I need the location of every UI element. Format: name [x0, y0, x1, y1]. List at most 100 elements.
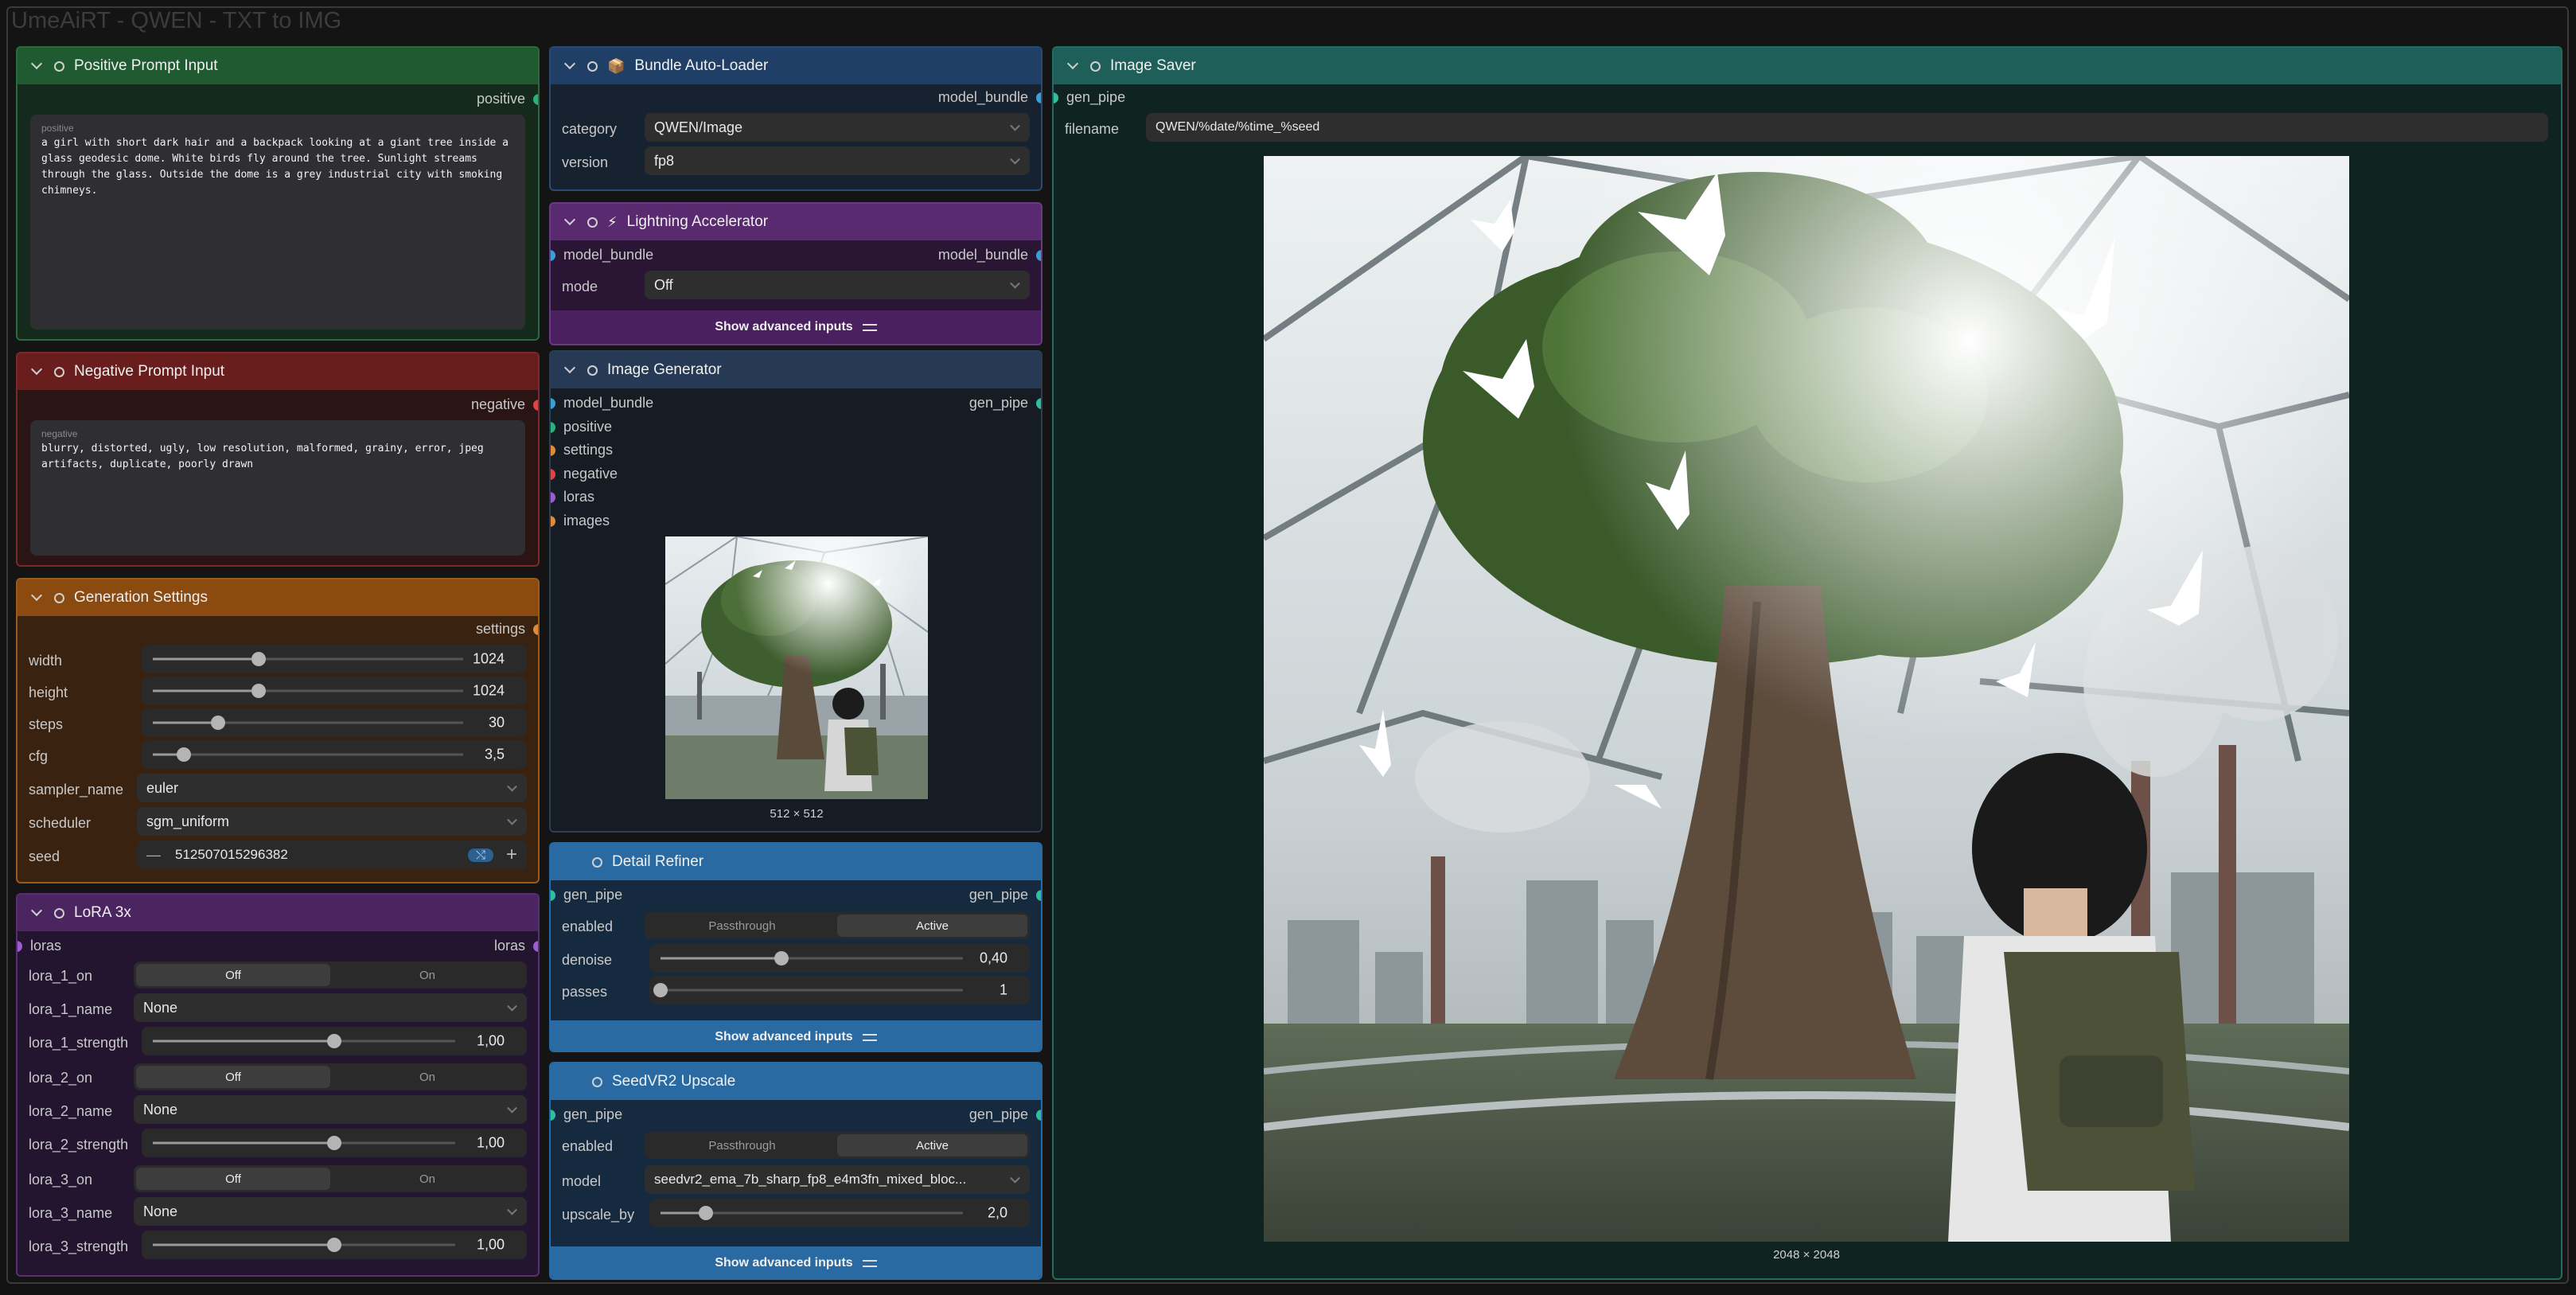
slider-knob[interactable]: [774, 951, 789, 965]
toggle-off-option[interactable]: Off: [136, 1168, 330, 1190]
node-header[interactable]: Detail Refiner: [551, 844, 1041, 880]
output-positive[interactable]: positive: [477, 91, 538, 107]
input-socket-icon[interactable]: [551, 1109, 555, 1121]
slider-knob[interactable]: [210, 716, 225, 730]
input-gen-pipe[interactable]: gen_pipe: [551, 1106, 622, 1123]
output-negative[interactable]: negative: [471, 396, 538, 413]
output-gen-pipe[interactable]: gen_pipe: [969, 887, 1041, 903]
enabled-toggle[interactable]: Passthrough Active: [645, 1132, 1030, 1159]
toggle-off-option[interactable]: Off: [136, 1066, 330, 1088]
input-socket-icon[interactable]: [551, 249, 555, 261]
cfg-slider[interactable]: 3,5: [142, 740, 527, 769]
height-slider[interactable]: 1024: [142, 677, 527, 705]
seedvr2-upscale-node[interactable]: SeedVR2 Upscale gen_pipe gen_pipe enable…: [549, 1062, 1042, 1280]
lora-3-on-toggle[interactable]: Off On: [134, 1165, 527, 1192]
toggle-off-option[interactable]: Off: [136, 964, 330, 986]
lora-3-name-select[interactable]: None: [134, 1197, 527, 1226]
toggle-passthrough-option[interactable]: Passthrough: [647, 915, 837, 937]
toggle-active-option[interactable]: Active: [837, 1134, 1027, 1157]
bundle-loader-node[interactable]: 📦 Bundle Auto-Loader model_bundle catego…: [549, 46, 1042, 191]
collapse-chevron-icon[interactable]: [30, 365, 45, 379]
input-model-bundle[interactable]: model_bundle: [551, 395, 653, 412]
collapse-chevron-icon[interactable]: [563, 215, 578, 229]
output-gen-pipe[interactable]: gen_pipe: [969, 395, 1041, 412]
collapse-chevron-icon[interactable]: [563, 363, 578, 377]
output-socket-icon[interactable]: [533, 940, 538, 952]
seed-randomize-icon[interactable]: ⤭: [467, 848, 493, 862]
image-generator-node[interactable]: Image Generator gen_pipe model_bundle po…: [549, 350, 1042, 833]
output-socket-icon[interactable]: [1036, 92, 1041, 103]
width-slider[interactable]: 1024: [142, 645, 527, 673]
show-advanced-button[interactable]: Show advanced inputs: [551, 1020, 1041, 1051]
output-socket-icon[interactable]: [1036, 1109, 1041, 1121]
seed-increment-icon[interactable]: +: [506, 844, 517, 866]
output-socket-icon[interactable]: [1036, 249, 1041, 261]
node-header[interactable]: ⚡ Lightning Accelerator: [551, 204, 1041, 240]
detail-refiner-node[interactable]: Detail Refiner gen_pipe gen_pipe enabled…: [549, 842, 1042, 1052]
input-socket-icon[interactable]: [551, 421, 555, 433]
slider-knob[interactable]: [327, 1034, 341, 1048]
input-gen-pipe[interactable]: gen_pipe: [1054, 89, 1125, 106]
upscale-by-slider[interactable]: 2,0: [649, 1199, 1030, 1227]
node-header[interactable]: Negative Prompt Input: [18, 353, 538, 390]
input-socket-icon[interactable]: [551, 889, 555, 901]
show-advanced-button[interactable]: Show advanced inputs: [551, 310, 1041, 344]
output-gen-pipe[interactable]: gen_pipe: [969, 1106, 1041, 1123]
slider-knob[interactable]: [251, 684, 266, 698]
toggle-passthrough-option[interactable]: Passthrough: [647, 1134, 837, 1157]
output-socket-icon[interactable]: [533, 623, 538, 635]
collapse-chevron-icon[interactable]: [30, 591, 45, 605]
node-header[interactable]: Generation Settings: [18, 579, 538, 616]
version-select[interactable]: fp8: [645, 146, 1030, 175]
output-loras[interactable]: loras: [494, 938, 538, 954]
input-model-bundle[interactable]: model_bundle: [551, 247, 653, 263]
positive-prompt-textarea[interactable]: positive a girl with short dark hair and…: [30, 115, 525, 330]
lora-1-name-select[interactable]: None: [134, 993, 527, 1022]
input-loras[interactable]: loras: [551, 489, 594, 505]
steps-slider[interactable]: 30: [142, 708, 527, 737]
slider-knob[interactable]: [177, 747, 191, 762]
node-header[interactable]: LoRA 3x: [18, 895, 538, 931]
output-socket-icon[interactable]: [1036, 889, 1041, 901]
sampler-select[interactable]: euler: [137, 774, 527, 802]
input-images[interactable]: images: [551, 513, 610, 529]
lora-1-strength-slider[interactable]: 1,00: [142, 1027, 527, 1055]
output-model-bundle[interactable]: model_bundle: [938, 89, 1041, 106]
output-settings[interactable]: settings: [476, 621, 538, 638]
input-gen-pipe[interactable]: gen_pipe: [551, 887, 622, 903]
collapse-chevron-icon[interactable]: [30, 59, 45, 73]
input-loras[interactable]: loras: [18, 938, 61, 954]
negative-prompt-textarea[interactable]: negative blurry, distorted, ugly, low re…: [30, 420, 525, 556]
collapse-chevron-icon[interactable]: [1066, 59, 1081, 73]
slider-knob[interactable]: [327, 1238, 341, 1252]
node-header[interactable]: 📦 Bundle Auto-Loader: [551, 48, 1041, 84]
model-select[interactable]: seedvr2_ema_7b_sharp_fp8_e4m3fn_mixed_bl…: [645, 1165, 1030, 1194]
enabled-toggle[interactable]: Passthrough Active: [645, 912, 1030, 939]
toggle-on-option[interactable]: On: [330, 1066, 524, 1088]
toggle-on-option[interactable]: On: [330, 964, 524, 986]
image-saver-node[interactable]: Image Saver gen_pipe filename QWEN/%date…: [1052, 46, 2562, 1280]
lora-3-strength-slider[interactable]: 1,00: [142, 1231, 527, 1259]
toggle-on-option[interactable]: On: [330, 1168, 524, 1190]
lora-1-on-toggle[interactable]: Off On: [134, 961, 527, 989]
passes-slider[interactable]: 1: [649, 976, 1030, 1004]
input-socket-icon[interactable]: [551, 397, 555, 409]
slider-knob[interactable]: [653, 983, 668, 997]
input-settings[interactable]: settings: [551, 442, 613, 458]
input-socket-icon[interactable]: [551, 515, 555, 527]
mode-select[interactable]: Off: [645, 271, 1030, 299]
seed-input[interactable]: — 512507015296382 ⤭ +: [137, 841, 527, 869]
input-socket-icon[interactable]: [551, 468, 555, 480]
lora-2-on-toggle[interactable]: Off On: [134, 1063, 527, 1090]
input-socket-icon[interactable]: [1054, 92, 1058, 103]
input-negative[interactable]: negative: [551, 466, 618, 482]
node-header[interactable]: SeedVR2 Upscale: [551, 1063, 1041, 1100]
output-socket-icon[interactable]: [1036, 397, 1041, 409]
lora-2-strength-slider[interactable]: 1,00: [142, 1129, 527, 1157]
input-socket-icon[interactable]: [18, 940, 22, 952]
lora-2-name-select[interactable]: None: [134, 1095, 527, 1124]
seed-decrement-icon[interactable]: —: [146, 847, 161, 864]
filename-input[interactable]: QWEN/%date/%time_%seed: [1146, 113, 2548, 142]
lightning-accelerator-node[interactable]: ⚡ Lightning Accelerator model_bundle mod…: [549, 202, 1042, 345]
slider-knob[interactable]: [699, 1206, 713, 1220]
